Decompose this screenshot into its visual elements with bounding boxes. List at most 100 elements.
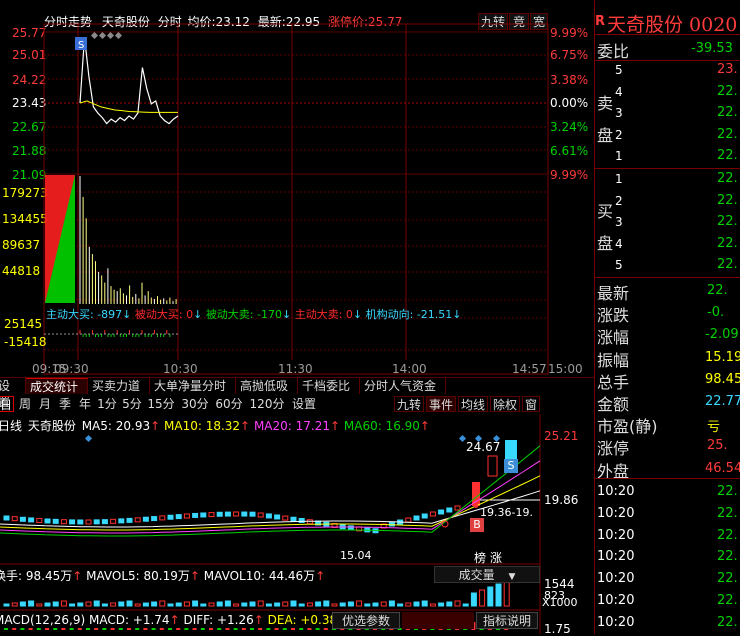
stat-label: 振幅	[597, 350, 630, 370]
sell-row[interactable]: 4 22.	[615, 82, 740, 102]
candle	[454, 505, 461, 511]
stat-label: 总手	[597, 372, 630, 392]
auction-marker	[106, 31, 115, 40]
tab-big-order[interactable]: 大单净量分时	[150, 378, 236, 394]
price-line	[79, 37, 179, 125]
period-month[interactable]: 月	[36, 396, 54, 412]
kline-buy-marker[interactable]: B	[470, 518, 484, 532]
macd-bar	[274, 628, 279, 630]
candle	[265, 513, 272, 519]
kline-up-tag[interactable]: 涨	[490, 549, 502, 566]
kline-exright-button[interactable]: 除权	[490, 396, 520, 412]
stat-row: 涨停 25.	[595, 435, 740, 458]
divider	[595, 277, 740, 278]
stat-row: 涨幅 -2.09	[595, 324, 740, 347]
candle	[183, 513, 190, 519]
macd-bar	[192, 628, 197, 630]
candle	[28, 517, 35, 523]
tab-buy-sell-force[interactable]: 买卖力道	[88, 378, 150, 394]
period-quarter[interactable]: 季	[56, 396, 74, 412]
kline-rank-tag[interactable]: 榜	[474, 549, 486, 566]
tick-price: 22.	[717, 484, 738, 499]
kline-ma-button[interactable]: 均线	[458, 396, 488, 412]
macd-bar	[200, 628, 205, 630]
tab-popularity[interactable]: 分时人气资金	[360, 378, 446, 394]
buy-label-1: 买	[597, 202, 614, 221]
period-1min[interactable]: 1分	[96, 396, 118, 412]
tab-thousand-ratio[interactable]: 千档委比	[298, 378, 360, 394]
volume-bar	[503, 580, 510, 607]
candle	[60, 519, 67, 525]
tab-high-low[interactable]: 高抛低吸	[236, 378, 298, 394]
level-number: 4	[615, 236, 623, 251]
macd-bar	[315, 628, 320, 630]
period-year[interactable]: 年	[76, 396, 94, 412]
candle	[151, 516, 158, 522]
sell-row[interactable]: 5 23.	[615, 60, 740, 80]
period-settings[interactable]: 设置	[288, 396, 320, 412]
macd-bar	[127, 628, 131, 630]
optimize-params-button[interactable]: 优选参数	[332, 612, 400, 629]
kline-sell-marker[interactable]: S	[504, 459, 518, 473]
kline-window-button[interactable]: 窗	[522, 396, 540, 412]
buy-row[interactable]: 5 22.	[615, 255, 740, 275]
volume-bar	[347, 601, 354, 607]
kline-nine-turn-button[interactable]: 九转	[394, 396, 424, 412]
candle	[421, 513, 428, 519]
level-number: 2	[615, 127, 623, 142]
candle	[224, 511, 231, 517]
candle	[77, 519, 84, 525]
candle	[69, 519, 76, 525]
macd-bar	[69, 628, 74, 630]
buy-row[interactable]: 2 22.	[615, 191, 740, 211]
tick-row: 10:20 22.	[595, 547, 740, 567]
tab-trade-stats[interactable]: 成交统计	[26, 378, 88, 394]
period-30min[interactable]: 30分	[180, 396, 210, 412]
period-60min[interactable]: 60分	[214, 396, 244, 412]
stat-value: 亏	[707, 420, 721, 436]
period-120min[interactable]: 120分	[248, 396, 286, 412]
macd-bar	[217, 628, 222, 630]
volume-bar	[339, 602, 346, 607]
quote-title[interactable]: 天奇股份 0020	[607, 10, 737, 37]
macd-bar	[61, 628, 66, 630]
level-number: 5	[615, 258, 623, 272]
period-day[interactable]: 日	[0, 396, 14, 412]
buy-row[interactable]: 4 22.	[615, 234, 740, 254]
indicator-help-button[interactable]: 指标说明	[476, 612, 538, 629]
buy-row[interactable]: 1 22.	[615, 169, 740, 189]
buy-row[interactable]: 3 22.	[615, 212, 740, 232]
volume-bar	[224, 600, 231, 607]
candle	[175, 514, 182, 520]
volume-bar	[151, 601, 158, 607]
sell-row[interactable]: 3 22.	[615, 103, 740, 123]
macd-bar	[118, 628, 123, 630]
volume-bar	[110, 602, 117, 607]
macd-bar	[323, 628, 328, 630]
stat-value: 22.	[707, 283, 728, 298]
candle	[93, 519, 100, 525]
sell-row[interactable]: 1 22.	[615, 146, 740, 166]
volume-bar	[323, 600, 330, 607]
period-week[interactable]: 周	[16, 396, 34, 412]
volume-bar	[282, 601, 289, 607]
macd-bar	[135, 628, 140, 630]
tab-settings[interactable]: 设置	[0, 378, 26, 409]
sell-row[interactable]: 2 22.	[615, 125, 740, 145]
tick-price: 22.	[717, 549, 738, 565]
period-5min[interactable]: 5分	[120, 396, 144, 412]
volume-bar	[208, 602, 215, 607]
volume-indicator-dropdown[interactable]: 成交量 ▼	[434, 566, 540, 583]
kline-chart[interactable]	[0, 414, 594, 634]
mavol5-value: MAVOL5: 80.19万	[86, 569, 190, 583]
macd-bar	[86, 628, 90, 630]
time-label: 14:00	[392, 362, 427, 376]
macd-bar	[250, 628, 254, 630]
time-label: 15:00	[548, 362, 583, 376]
stat-value: 22.77	[705, 394, 740, 409]
volume-bar	[167, 603, 174, 607]
auction-marker	[98, 31, 107, 40]
level-number: 5	[615, 63, 623, 77]
period-15min[interactable]: 15分	[146, 396, 176, 412]
kline-event-button[interactable]: 事件	[426, 396, 456, 412]
